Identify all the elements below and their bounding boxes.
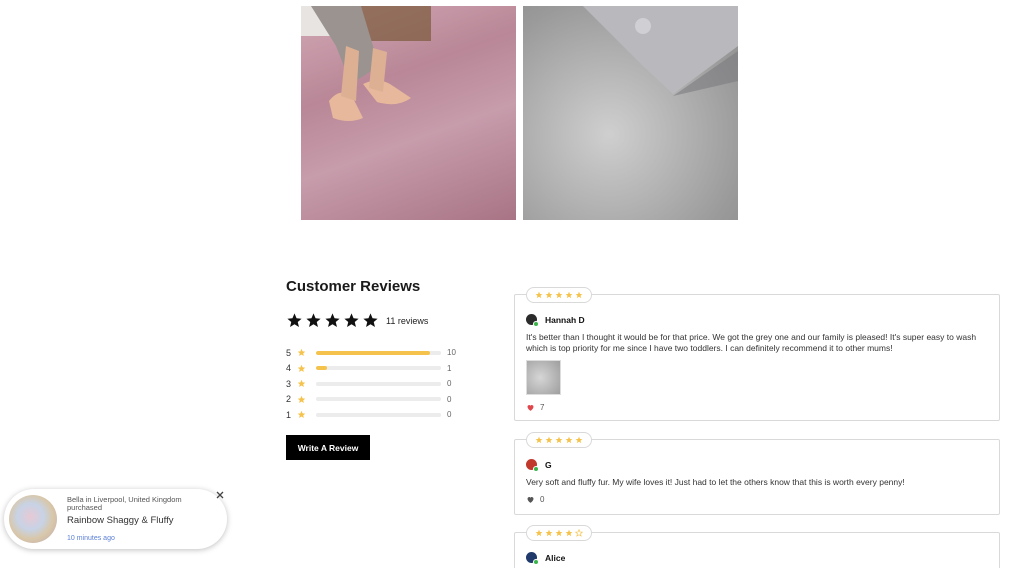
review-photo[interactable] — [526, 360, 561, 395]
popup-product-name: Rainbow Shaggy & Fluffy — [67, 515, 174, 526]
review-card: Hannah D It's better than I thought it w… — [514, 287, 1000, 421]
star-icon — [545, 436, 553, 444]
review-card: Alice — [514, 525, 1000, 568]
star-icon — [565, 291, 573, 299]
star-icon — [575, 529, 583, 537]
rating-level: 1 — [286, 409, 292, 420]
heart-icon — [527, 405, 534, 411]
star-icon — [297, 380, 306, 388]
star-icon — [535, 436, 543, 444]
avatar — [526, 314, 539, 327]
rating-level: 2 — [286, 394, 292, 405]
rating-count: 0 — [447, 379, 452, 389]
star-icon — [363, 313, 378, 328]
rating-bar-fill — [316, 350, 430, 355]
rating-bar — [316, 381, 441, 386]
heart-icon — [527, 497, 534, 503]
average-stars — [286, 312, 379, 329]
star-icon — [535, 529, 543, 537]
rating-count: 0 — [447, 394, 452, 404]
review-card: G Very soft and fluffy fur. My wife love… — [514, 432, 1000, 515]
star-icon — [555, 529, 563, 537]
reviewer: Hannah D — [526, 314, 585, 327]
rating-distribution: 5 10 4 1 3 0 2 0 1 0 — [286, 345, 466, 423]
like-count: 0 — [540, 495, 545, 504]
popup-buyer-text: Bella in Liverpool, United Kingdom purch… — [67, 495, 182, 512]
popup-time: 10 minutes ago — [67, 535, 115, 542]
rating-count: 0 — [447, 410, 452, 420]
grey-rug-scene — [583, 6, 738, 96]
rating-row-4[interactable]: 41 — [286, 361, 466, 377]
star-icon — [545, 529, 553, 537]
reviewer-name: Alice — [545, 552, 566, 563]
verified-icon — [533, 321, 539, 327]
popup-product-image — [9, 495, 57, 543]
rating-row-5[interactable]: 5 10 — [286, 345, 466, 361]
star-icon — [535, 291, 543, 299]
reviewer-name: Hannah D — [545, 314, 585, 325]
rating-row-1[interactable]: 10 — [286, 407, 466, 423]
rating-bar — [316, 366, 441, 371]
reviews-count: 11 reviews — [386, 315, 429, 326]
avatar — [526, 552, 539, 565]
product-photo-pink-rug[interactable] — [301, 6, 516, 220]
star-icon — [344, 313, 359, 328]
star-icon — [555, 436, 563, 444]
like-button[interactable]: 0 — [526, 495, 544, 504]
star-icon — [575, 436, 583, 444]
star-icon — [297, 411, 306, 419]
like-count: 7 — [540, 403, 545, 412]
rating-count: 1 — [447, 363, 452, 373]
review-stars — [526, 525, 592, 541]
average-rating: 11 reviews — [286, 312, 428, 329]
star-icon — [306, 313, 321, 328]
like-button[interactable]: 7 — [526, 403, 544, 412]
star-icon — [565, 436, 573, 444]
review-text: Very soft and fluffy fur. My wife loves … — [526, 477, 905, 487]
close-icon[interactable] — [214, 489, 226, 501]
rating-count: 10 — [447, 348, 456, 358]
avatar — [526, 459, 539, 472]
customer-reviews-heading: Customer Reviews — [286, 278, 421, 295]
review-stars — [526, 432, 592, 448]
reviewer: Alice — [526, 552, 566, 565]
review-stars — [526, 287, 592, 303]
rating-bar — [316, 397, 441, 402]
verified-icon — [533, 466, 539, 472]
star-icon — [287, 313, 302, 328]
recent-purchase-popup[interactable]: Bella in Liverpool, United Kingdom purch… — [4, 489, 227, 549]
rating-bar — [316, 350, 441, 355]
star-icon — [297, 364, 306, 372]
reviewer: G — [526, 459, 552, 472]
rating-level: 4 — [286, 363, 292, 374]
reviewer-name: G — [545, 459, 552, 470]
review-text: It's better than I thought it would be f… — [526, 332, 977, 353]
star-icon — [325, 313, 340, 328]
pink-rug-scene — [301, 6, 431, 121]
star-icon — [565, 529, 573, 537]
product-photo-grey-rug[interactable] — [523, 6, 738, 220]
star-icon — [545, 291, 553, 299]
rating-row-2[interactable]: 20 — [286, 392, 466, 408]
star-icon — [297, 349, 306, 357]
rating-row-3[interactable]: 30 — [286, 376, 466, 392]
star-icon — [297, 395, 306, 403]
star-icon — [575, 291, 583, 299]
rating-bar-fill — [316, 366, 328, 371]
rating-bar — [316, 412, 441, 417]
write-review-button[interactable]: Write A Review — [286, 435, 370, 460]
rating-level: 3 — [286, 378, 292, 389]
star-icon — [555, 291, 563, 299]
verified-icon — [533, 559, 539, 565]
rating-level: 5 — [286, 347, 292, 358]
